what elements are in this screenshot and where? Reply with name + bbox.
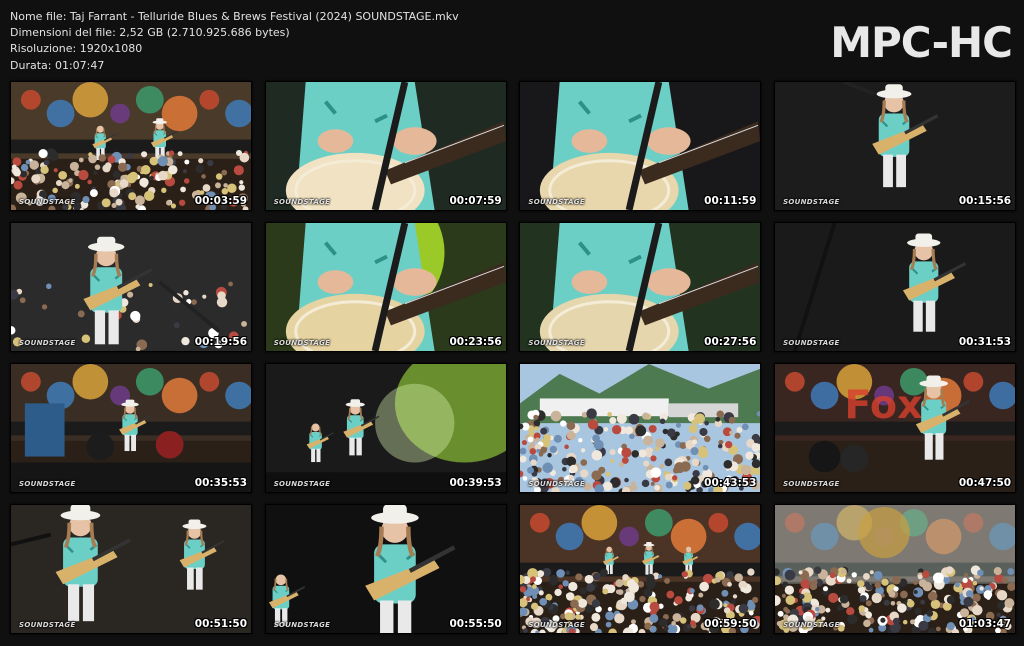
thumbnail-timestamp: 00:47:50: [958, 477, 1012, 489]
file-name: Nome file: Taj Farrant - Telluride Blues…: [10, 10, 459, 23]
thumbnail-timestamp: 00:27:56: [704, 336, 757, 348]
video-thumbnail: SOUNDSTAGE 00:59:50: [519, 504, 762, 634]
thumbnail-timestamp: 00:35:53: [194, 477, 247, 489]
thumbnail-timestamp: 00:19:56: [194, 336, 247, 348]
file-info: Nome file: Taj Farrant - Telluride Blues…: [10, 9, 459, 74]
watermark-logo: SOUNDSTAGE: [19, 339, 76, 347]
thumbnail-frame-image: [11, 505, 251, 633]
watermark-logo: SOUNDSTAGE: [528, 480, 585, 488]
watermark-logo: SOUNDSTAGE: [783, 480, 840, 488]
thumbnail-frame-image: [11, 82, 251, 210]
thumbnail-frame-image: [520, 505, 761, 633]
thumbnail-timestamp: 00:11:59: [704, 195, 757, 207]
thumbnail-timestamp: 00:55:50: [449, 618, 502, 630]
file-duration: Durata: 01:07:47: [10, 58, 105, 72]
file-size: Dimensioni del file: 2,52 GB (2.710.925.…: [10, 26, 290, 40]
thumbnail-frame-image: [520, 364, 761, 492]
watermark-logo: SOUNDSTAGE: [783, 198, 840, 206]
watermark-logo: SOUNDSTAGE: [528, 621, 585, 629]
video-thumbnail: SOUNDSTAGE 00:31:53: [774, 222, 1017, 352]
watermark-logo: SOUNDSTAGE: [273, 621, 331, 629]
svg-text:Fox: Fox: [844, 382, 922, 428]
video-thumbnail: SOUNDSTAGE 00:35:53: [10, 363, 252, 493]
thumbnail-timestamp: 00:31:53: [958, 336, 1012, 348]
video-thumbnail: SOUNDSTAGE 00:27:56: [519, 222, 762, 352]
thumbnail-frame-image: Fox: [775, 364, 1016, 492]
video-thumbnail: SOUNDSTAGE 00:19:56: [10, 222, 252, 352]
thumbnail-frame-image: [775, 505, 1016, 633]
thumbnail-timestamp: 01:03:47: [958, 618, 1012, 630]
video-thumbnail: SOUNDSTAGE 00:15:56: [774, 81, 1017, 211]
thumbnail-timestamp: 00:43:53: [704, 477, 757, 489]
thumbnail-frame-image: [775, 223, 1016, 351]
watermark-logo: SOUNDSTAGE: [783, 621, 840, 629]
watermark-logo: SOUNDSTAGE: [273, 339, 331, 347]
thumbnail-timestamp: 00:15:56: [958, 195, 1012, 207]
thumbnail-timestamp: 00:03:59: [194, 195, 247, 207]
watermark-logo: SOUNDSTAGE: [19, 621, 76, 629]
video-thumbnail: SOUNDSTAGE 00:23:56: [264, 222, 507, 352]
video-thumbnail: SOUNDSTAGE 00:43:53: [519, 363, 762, 493]
thumbnail-timestamp: 00:23:56: [449, 336, 502, 348]
file-resolution: Risoluzione: 1920x1080: [10, 42, 143, 56]
video-thumbnail: SOUNDSTAGE 00:55:50: [264, 504, 507, 634]
watermark-logo: SOUNDSTAGE: [783, 339, 840, 347]
thumbnail-frame-image: [265, 505, 506, 633]
thumbnail-frame-image: [265, 82, 506, 210]
video-thumbnail: SOUNDSTAGE 00:11:59: [519, 81, 762, 211]
watermark-logo: SOUNDSTAGE: [273, 198, 331, 206]
video-thumbnail: SOUNDSTAGE 01:03:47: [774, 504, 1017, 634]
thumbnail-frame-image: [265, 364, 506, 492]
watermark-logo: SOUNDSTAGE: [528, 198, 585, 206]
thumbnail-timestamp: 00:59:50: [704, 618, 757, 630]
thumbnail-frame-image: [520, 223, 761, 351]
video-thumbnail: SOUNDSTAGE 00:03:59: [10, 81, 252, 211]
watermark-logo: SOUNDSTAGE: [528, 339, 585, 347]
thumbnail-frame-image: [520, 82, 761, 210]
thumbnail-frame-image: [775, 82, 1016, 210]
video-thumbnail: SOUNDSTAGE 00:07:59: [264, 81, 507, 211]
video-thumbnail: SOUNDSTAGE 00:39:53: [264, 363, 507, 493]
thumbnail-timestamp: 00:07:59: [449, 195, 502, 207]
thumbnail-frame-image: [11, 364, 251, 492]
video-thumbnail: SOUNDSTAGE 00:51:50: [10, 504, 252, 634]
thumbnail-frame-image: [265, 223, 506, 351]
thumbnail-frame-image: [11, 223, 251, 351]
thumbnail-timestamp: 00:51:50: [194, 618, 247, 630]
mpc-hc-logo: MPC-HC: [830, 18, 1013, 67]
watermark-logo: SOUNDSTAGE: [273, 480, 331, 488]
watermark-logo: SOUNDSTAGE: [19, 198, 76, 206]
watermark-logo: SOUNDSTAGE: [19, 480, 76, 488]
thumbnail-grid: SOUNDSTAGE 00:03:59 SOUNDSTAGE 00:07:59 SOUN…: [10, 81, 1017, 634]
video-thumbnail: Fox SOUNDSTAGE 00:47:50: [774, 363, 1017, 493]
thumbnail-timestamp: 00:39:53: [449, 477, 502, 489]
